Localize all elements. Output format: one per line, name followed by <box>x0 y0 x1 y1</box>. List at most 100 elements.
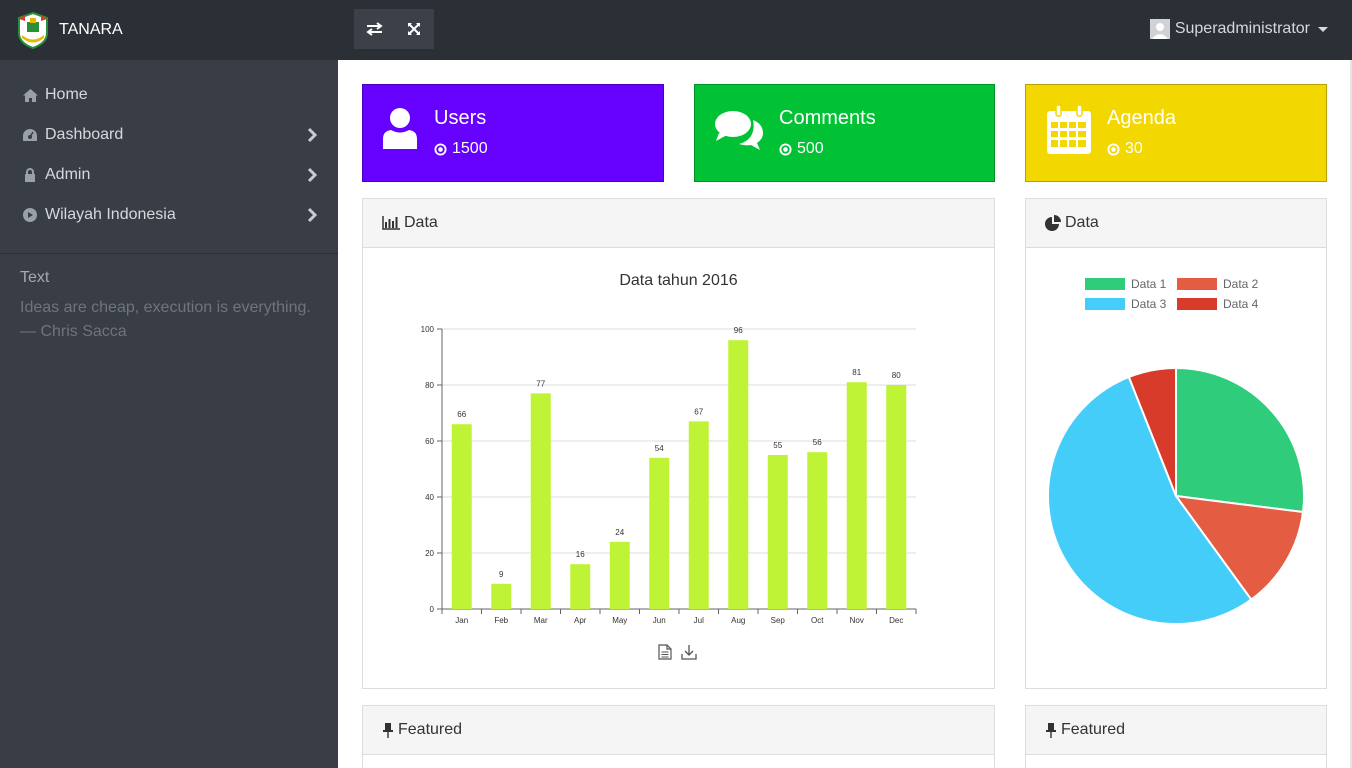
expand-icon <box>408 23 420 35</box>
panel-header: Featured <box>363 706 994 755</box>
chevron-right-icon <box>307 167 318 183</box>
chevron-right-icon <box>307 127 318 143</box>
pin-icon <box>383 723 393 738</box>
x-tick-label: Oct <box>811 616 824 625</box>
bar-value-label: 24 <box>615 528 624 537</box>
stat-value-text: 30 <box>1125 140 1143 157</box>
sidebar-quote: Ideas are cheap, execution is everything… <box>20 299 311 316</box>
play-circle-icon <box>22 207 38 223</box>
stat-agenda[interactable]: Agenda 30 <box>1025 84 1327 182</box>
bar-value-label: 80 <box>892 371 901 380</box>
logo-icon <box>18 11 48 49</box>
pin-icon <box>1046 723 1056 738</box>
y-tick-label: 60 <box>425 437 434 446</box>
comments-icon <box>715 111 763 150</box>
panel-header: Featured <box>1026 706 1326 755</box>
bar <box>846 382 867 609</box>
bar <box>609 541 630 609</box>
stat-value: 1500 <box>434 140 488 158</box>
calendar-icon <box>1047 105 1091 154</box>
x-tick-label: Nov <box>850 616 864 625</box>
save-image-button[interactable] <box>681 644 697 660</box>
sidebar-text-block: Text Ideas are cheap, execution is every… <box>0 254 338 359</box>
bar-value-label: 81 <box>852 368 861 377</box>
stat-value: 500 <box>779 140 824 158</box>
x-tick-label: Sep <box>771 616 786 625</box>
bar <box>649 457 670 609</box>
bar <box>886 385 907 609</box>
x-tick-label: Feb <box>494 616 508 625</box>
sidebar-item-dashboard[interactable]: Dashboard <box>0 115 338 155</box>
x-tick-label: Mar <box>534 616 548 625</box>
chart-toolbox <box>658 644 697 660</box>
stat-users[interactable]: Users 1500 <box>362 84 664 182</box>
sidebar-text-title: Text <box>20 269 50 286</box>
sidebar-item-wilayah-indonesia[interactable]: Wilayah Indonesia <box>0 195 338 235</box>
lock-icon <box>22 167 38 183</box>
chevron-right-icon <box>307 207 318 223</box>
bar-chart-panel: Data Data tahun 2016 0 20 40 60 80 100 66 Jan 9 F… <box>362 198 995 689</box>
bar <box>451 424 472 609</box>
y-tick-label: 40 <box>425 493 434 502</box>
data-view-button[interactable] <box>658 644 672 660</box>
bar-value-label: 66 <box>457 410 466 419</box>
y-tick-label: 20 <box>425 549 434 558</box>
fullscreen-button[interactable] <box>394 9 434 49</box>
brand[interactable]: TANARA <box>0 0 338 60</box>
x-tick-label: Jul <box>694 616 704 625</box>
sidebar-item-label: Home <box>45 86 88 103</box>
panel-title: Featured <box>1061 721 1126 738</box>
panel-title: Featured <box>398 721 463 738</box>
pie-slice <box>1175 366 1305 514</box>
pie-chart <box>1047 366 1305 625</box>
bar <box>570 564 591 609</box>
bar <box>807 452 828 609</box>
user-icon <box>383 108 417 149</box>
sidebar-item-admin[interactable]: Admin <box>0 155 338 195</box>
user-menu[interactable]: Superadministrator <box>1149 19 1328 39</box>
sidebar-item-label: Wilayah Indonesia <box>45 206 176 223</box>
x-tick-label: Dec <box>889 616 903 625</box>
featured-panel: Featured <box>362 705 995 768</box>
stat-comments[interactable]: Comments 500 <box>694 84 995 182</box>
stat-title: Comments <box>779 107 876 129</box>
bar <box>491 583 512 609</box>
dot-circle-icon <box>779 142 792 156</box>
bar-value-label: 56 <box>813 438 822 447</box>
bar-value-label: 16 <box>576 550 585 559</box>
bar-value-label: 77 <box>536 379 545 388</box>
pie-chart-panel: Data Data 1 Data 2 Data 3 Data 4 <box>1025 198 1327 689</box>
featured-panel: Featured <box>1025 705 1327 768</box>
sidebar: TANARA Home Dashboard Admin Wilayah Indo… <box>0 0 338 768</box>
y-tick-label: 100 <box>421 325 435 334</box>
home-icon <box>22 87 38 103</box>
sidebar-item-home[interactable]: Home <box>0 75 338 115</box>
bar <box>530 393 551 609</box>
stat-value-text: 1500 <box>452 140 488 157</box>
toggle-sidebar-button[interactable] <box>354 9 394 49</box>
user-name: Superadministrator <box>1174 20 1310 37</box>
sidebar-menu: Home Dashboard Admin Wilayah Indonesia <box>0 60 338 235</box>
bar-value-label: 67 <box>694 407 703 416</box>
bar-value-label: 9 <box>499 570 504 579</box>
stat-value: 30 <box>1107 140 1143 158</box>
topbar: Superadministrator <box>338 0 1352 60</box>
bar-value-label: 96 <box>734 326 743 335</box>
brand-name: TANARA <box>59 21 123 38</box>
x-tick-label: Aug <box>731 616 745 625</box>
bar-chart: 0 20 40 60 80 100 66 Jan 9 Feb 77 Mar 16 Apr 24 May 54 Ju… <box>421 325 917 625</box>
caret-down-icon <box>1318 26 1328 32</box>
stat-value-text: 500 <box>797 140 824 157</box>
x-tick-label: Apr <box>574 616 587 625</box>
download-icon <box>681 645 697 660</box>
stat-title: Users <box>434 107 487 129</box>
bar <box>728 340 749 609</box>
bar <box>688 421 709 609</box>
stat-title: Agenda <box>1107 107 1176 129</box>
sidebar-item-label: Dashboard <box>45 126 124 143</box>
document-icon <box>658 644 672 660</box>
y-tick-label: 80 <box>425 381 434 390</box>
dot-circle-icon <box>434 142 447 156</box>
dot-circle-icon <box>1107 142 1120 156</box>
exchange-icon <box>365 22 383 36</box>
